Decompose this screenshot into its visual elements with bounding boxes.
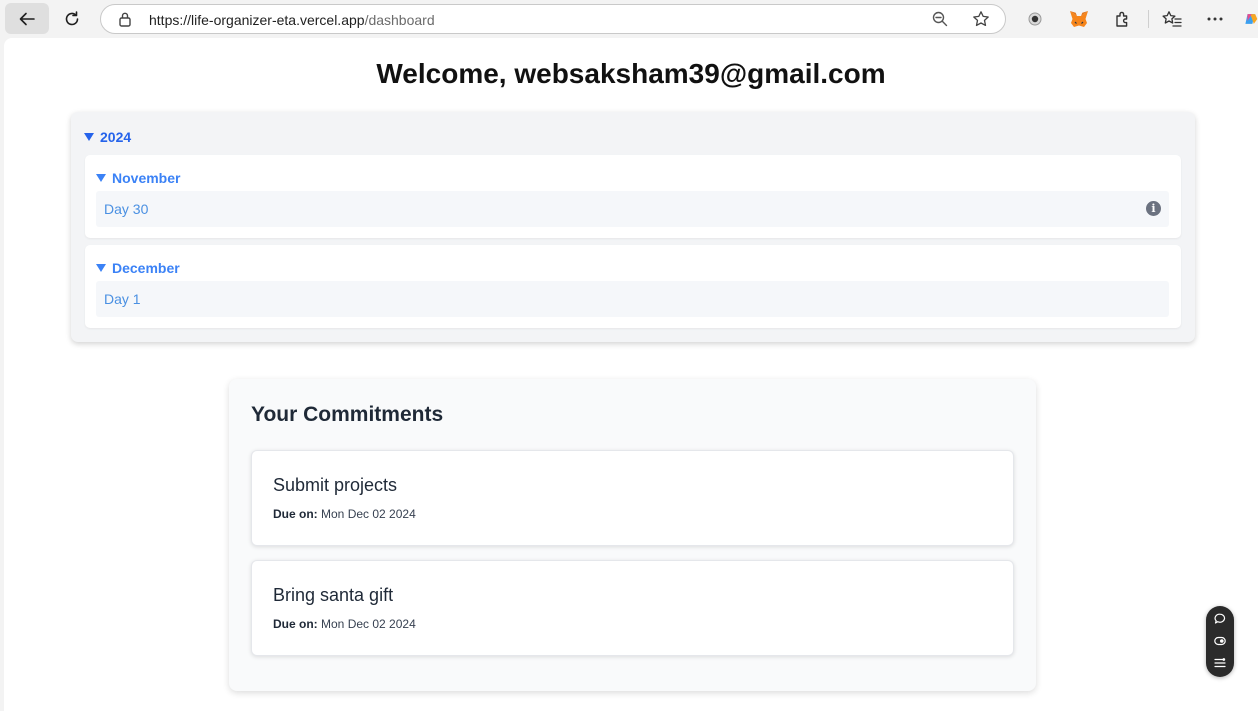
day-row-1[interactable]: Day 1 <box>96 281 1169 317</box>
commitment-card[interactable]: Submit projects Due on: Mon Dec 02 2024 <box>251 450 1014 546</box>
floating-toolbar <box>1206 606 1234 677</box>
record-extension-icon[interactable] <box>1024 8 1046 30</box>
date-tree: 2024 November Day 30 i December Day 1 <box>71 112 1195 342</box>
arrow-left-icon <box>19 12 35 25</box>
day-row-30[interactable]: Day 30 i <box>96 191 1169 227</box>
url-text[interactable]: https://life-organizer-eta.vercel.app/da… <box>149 12 435 28</box>
caret-down-icon <box>96 174 106 182</box>
day-label: Day 30 <box>104 201 149 217</box>
commitment-card[interactable]: Bring santa gift Due on: Mon Dec 02 2024 <box>251 560 1014 656</box>
due-date: Mon Dec 02 2024 <box>321 507 416 521</box>
browser-toolbar: https://life-organizer-eta.vercel.app/da… <box>0 0 1258 38</box>
commitment-due: Due on: Mon Dec 02 2024 <box>273 507 416 521</box>
commitments-panel: Your Commitments Submit projects Due on:… <box>229 379 1036 691</box>
month-group-november: November Day 30 i <box>85 155 1181 238</box>
month-toggle-november[interactable]: November <box>96 170 180 186</box>
favorite-star-icon[interactable] <box>972 10 990 28</box>
month-label: November <box>112 170 181 186</box>
info-icon[interactable]: i <box>1146 201 1161 216</box>
caret-down-icon <box>84 133 94 141</box>
year-label: 2024 <box>100 129 132 145</box>
welcome-heading: Welcome, websaksham39@gmail.com <box>376 58 886 89</box>
commitment-due: Due on: Mon Dec 02 2024 <box>273 617 416 631</box>
day-label: Day 1 <box>104 291 141 307</box>
more-menu-icon[interactable] <box>1204 8 1226 30</box>
month-label: December <box>112 260 180 276</box>
due-label: Due on: <box>273 507 318 521</box>
copilot-icon[interactable] <box>1244 8 1258 30</box>
reload-button[interactable] <box>50 3 94 34</box>
metamask-fox-icon[interactable] <box>1068 8 1090 30</box>
eye-toggle-icon[interactable] <box>1213 634 1227 648</box>
zoom-out-icon[interactable] <box>932 11 948 27</box>
due-date: Mon Dec 02 2024 <box>321 617 416 631</box>
month-group-december: December Day 1 <box>85 245 1181 328</box>
page-viewport: Welcome, websaksham39@gmail.com 2024 Nov… <box>4 38 1258 711</box>
url-host: https://life-organizer-eta.vercel.app <box>149 12 365 28</box>
toolbar-divider <box>1148 10 1149 28</box>
month-toggle-december[interactable]: December <box>96 260 180 276</box>
commitment-title: Bring santa gift <box>273 585 394 605</box>
due-label: Due on: <box>273 617 318 631</box>
commitment-title: Submit projects <box>273 475 398 495</box>
extensions-puzzle-icon[interactable] <box>1112 8 1134 30</box>
url-path: /dashboard <box>364 12 435 28</box>
lock-icon[interactable] <box>118 11 132 27</box>
chat-bubble-icon[interactable] <box>1213 612 1227 626</box>
year-toggle[interactable]: 2024 <box>84 129 131 145</box>
caret-down-icon <box>96 264 106 272</box>
commitments-title: Your Commitments <box>251 403 444 426</box>
back-button[interactable] <box>5 3 49 34</box>
reload-icon <box>65 10 79 25</box>
address-bar[interactable]: https://life-organizer-eta.vercel.app/da… <box>100 4 1006 34</box>
list-settings-icon[interactable] <box>1213 656 1227 670</box>
favorites-icon[interactable] <box>1161 8 1183 30</box>
